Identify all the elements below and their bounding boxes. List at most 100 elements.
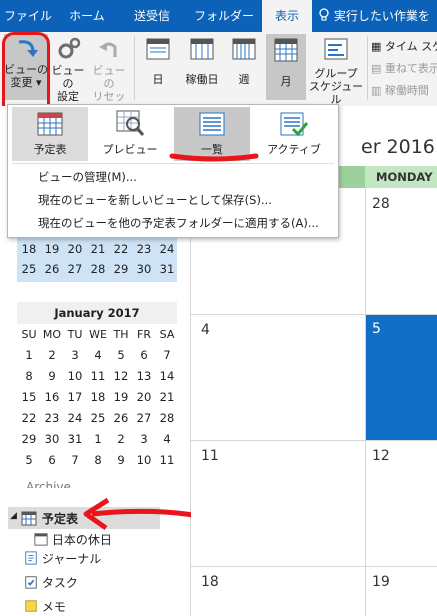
month-view-button[interactable]: 月 (266, 34, 306, 100)
mini-day[interactable]: 18 (87, 390, 109, 404)
journal-folder[interactable]: ジャーナル (24, 550, 101, 567)
day-number[interactable]: 28 (372, 196, 390, 212)
mini-day[interactable]: 21 (156, 390, 178, 404)
mini-day[interactable]: 24 (64, 411, 86, 425)
save-view-item[interactable]: 現在のビューを新しいビューとして保存(S)... (38, 192, 272, 208)
mini-day[interactable]: 6 (133, 348, 155, 362)
overlay-button[interactable]: ▤ 重ねて表示 (371, 60, 437, 76)
day-view-button[interactable]: 日 (142, 38, 174, 98)
mini-day[interactable]: 3 (64, 348, 86, 362)
mini-day[interactable]: 13 (133, 369, 155, 383)
tab-view[interactable]: 表示 (262, 0, 312, 32)
mini-day[interactable]: 7 (156, 348, 178, 362)
mini-day[interactable]: 9 (110, 453, 132, 467)
day-number[interactable]: 12 (372, 448, 390, 464)
reset-view-button[interactable]: ビューの リセット (88, 34, 130, 116)
view-option-calendar[interactable]: 予定表 (12, 107, 88, 161)
calendar-day-icon (146, 38, 170, 60)
mini-day[interactable]: 1 (18, 348, 40, 362)
mini-day[interactable]: 14 (156, 369, 178, 383)
day-number[interactable]: 11 (201, 448, 219, 464)
archive-folder[interactable]: Archive (26, 480, 71, 488)
view-option-preview[interactable]: プレビュー (92, 107, 168, 161)
mini-day[interactable]: 20 (64, 242, 86, 256)
mini-day[interactable]: 25 (87, 411, 109, 425)
list-view-icon (199, 112, 225, 136)
mini-day[interactable]: 22 (110, 242, 132, 256)
collapse-icon[interactable]: ◢ (10, 511, 17, 521)
mini-day[interactable]: 7 (64, 453, 86, 467)
mini-day[interactable]: 16 (41, 390, 63, 404)
mini-day[interactable]: 31 (156, 262, 178, 276)
working-hours-icon: ▥ (371, 84, 382, 97)
tasks-folder[interactable]: タスク (24, 574, 78, 591)
mini-day[interactable]: 25 (18, 262, 40, 276)
mini-day[interactable]: 21 (87, 242, 109, 256)
apply-view-item[interactable]: 現在のビューを他の予定表フォルダーに適用する(A)... (38, 215, 319, 231)
day-number[interactable]: 18 (201, 574, 219, 590)
mini-day[interactable]: 6 (41, 453, 63, 467)
work-week-button[interactable]: 稼働日 (180, 38, 224, 98)
mini-day[interactable]: 29 (110, 262, 132, 276)
view-settings-button[interactable]: ビューの 設定 (48, 34, 88, 103)
tab-home[interactable]: ホーム (58, 0, 116, 32)
mini-day[interactable]: 4 (156, 432, 178, 446)
time-scale-button[interactable]: ▦ タイム スケ (371, 38, 437, 54)
schedule-view-button[interactable]: グループ スケジュール (308, 38, 364, 106)
mini-day[interactable]: 15 (18, 390, 40, 404)
mini-day[interactable]: 31 (64, 432, 86, 446)
view-option-active[interactable]: アクティブ (256, 107, 332, 161)
mini-day[interactable]: 18 (18, 242, 40, 256)
grid-line (191, 566, 437, 567)
mini-day[interactable]: 19 (41, 242, 63, 256)
mini-day[interactable]: 28 (156, 411, 178, 425)
mini-day[interactable]: 8 (87, 453, 109, 467)
mini-day[interactable]: 19 (110, 390, 132, 404)
mini-day[interactable]: 9 (41, 369, 63, 383)
mini-day[interactable]: 23 (41, 411, 63, 425)
mini-day[interactable]: 2 (41, 348, 63, 362)
mini-day[interactable]: 10 (133, 453, 155, 467)
tab-file[interactable]: ファイル (0, 0, 56, 32)
today-day-number: 5 (372, 321, 381, 337)
mini-day[interactable]: 3 (133, 432, 155, 446)
manage-views-item[interactable]: ビューの管理(M)... (38, 169, 137, 185)
week-view-button[interactable]: 週 (228, 38, 260, 98)
mini-day[interactable]: 27 (64, 262, 86, 276)
mini-day[interactable]: 1 (87, 432, 109, 446)
mini-day[interactable]: 30 (41, 432, 63, 446)
mini-day[interactable]: 11 (87, 369, 109, 383)
mini-day[interactable]: 10 (64, 369, 86, 383)
mini-day[interactable]: 12 (110, 369, 132, 383)
mini-day[interactable]: 17 (64, 390, 86, 404)
mini-day[interactable]: 4 (87, 348, 109, 362)
ribbon: ビューの 変更 ▾ ビューの 設定 ビューの リセット 日 (0, 32, 437, 116)
mini-day[interactable]: 20 (133, 390, 155, 404)
today-cell[interactable]: 5 (366, 315, 437, 440)
mini-day[interactable]: 5 (110, 348, 132, 362)
tab-send-receive[interactable]: 送受信 (120, 0, 184, 32)
mini-day[interactable]: 23 (133, 242, 155, 256)
notes-folder[interactable]: メモ (24, 598, 66, 615)
mini-day[interactable]: 2 (110, 432, 132, 446)
overlay-icon: ▤ (371, 62, 382, 75)
tell-me-box[interactable]: 実行したい作業を入 (314, 0, 437, 55)
mini-day[interactable]: 24 (156, 242, 178, 256)
tab-folder[interactable]: フォルダー (190, 0, 258, 32)
working-hours-button[interactable]: ▥ 稼働時間 (371, 82, 429, 98)
mini-day[interactable]: 26 (110, 411, 132, 425)
mini-day[interactable]: 26 (41, 262, 63, 276)
mini-day[interactable]: 29 (18, 432, 40, 446)
mini-day[interactable]: 5 (18, 453, 40, 467)
mini-day[interactable]: 11 (156, 453, 178, 467)
day-number[interactable]: 4 (201, 322, 210, 338)
mini-day[interactable]: 30 (133, 262, 155, 276)
mini-day[interactable]: 8 (18, 369, 40, 383)
day-number[interactable]: 19 (372, 574, 390, 590)
view-settings-label-1: ビューの (51, 64, 85, 90)
undo-icon (99, 42, 117, 57)
note-icon (25, 600, 37, 612)
mini-day[interactable]: 27 (133, 411, 155, 425)
mini-day[interactable]: 22 (18, 411, 40, 425)
mini-day[interactable]: 28 (87, 262, 109, 276)
